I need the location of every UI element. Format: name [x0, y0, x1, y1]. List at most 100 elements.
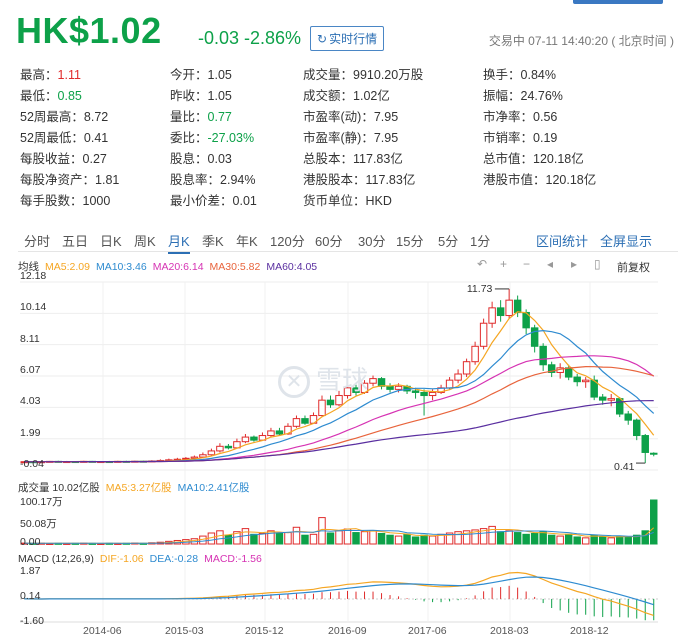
stat-cell: 总股本：117.83亿	[303, 148, 403, 167]
candle-body	[539, 345, 547, 366]
stats-row: 每股收益：0.27 股息：0.03 总股本：117.83亿 总市值：120.18亿	[20, 146, 680, 167]
candle-body	[641, 435, 649, 453]
candle-body	[454, 373, 462, 381]
macd-axis-tick: 1.87	[20, 565, 41, 577]
time-axis-tick: 2015-12	[245, 625, 284, 637]
tab-4[interactable]: 周K	[134, 231, 156, 250]
stat-label: 每股净资产：	[20, 173, 96, 187]
legend-item: MACD:-1.56	[204, 553, 262, 565]
price-axis-tick: 8.11	[20, 332, 40, 345]
volume-bar	[377, 532, 386, 545]
time-axis-tick: 2017-06	[408, 625, 447, 637]
stats-grid: 最高：1.11 今开：1.05 成交量：9910.20万股 换手：0.84% 最低：0.…	[20, 62, 680, 209]
stat-value: 0.77	[207, 110, 232, 124]
candle-body	[292, 418, 301, 427]
stat-label: 最高：	[20, 68, 58, 82]
legend-item: MA5:3.27亿股	[105, 482, 172, 494]
stat-label: 换手：	[483, 68, 521, 82]
stat-cell: 昨收：1.05	[170, 85, 232, 104]
tab-6[interactable]: 季K	[202, 231, 224, 250]
price-axis-tick: -0.04	[20, 458, 44, 470]
stat-label: 港股市值：	[483, 173, 546, 187]
stat-label: 52周最高：	[20, 110, 84, 124]
price-axis-tick: 1.99	[20, 426, 41, 439]
tab-3[interactable]: 日K	[100, 231, 122, 250]
candle-body	[207, 450, 216, 456]
volume-bar	[369, 530, 377, 545]
tab-9[interactable]: 60分	[315, 231, 342, 250]
candle-body	[275, 430, 284, 435]
stat-value: 24.76%	[520, 89, 563, 103]
realtime-quote-button[interactable]: ↻ 实时行情	[310, 26, 385, 51]
tab-8[interactable]: 120分	[270, 231, 305, 250]
tab-10[interactable]: 30分	[358, 231, 385, 250]
price-axis-tick: 6.07	[20, 364, 41, 376]
stat-value: 1.05	[207, 68, 232, 82]
stat-cell: 成交量：9910.20万股	[303, 64, 423, 83]
volume-bar	[343, 528, 352, 545]
candle-body	[564, 367, 573, 378]
watermark-text: 雪球	[316, 365, 369, 395]
candle-body	[224, 445, 233, 449]
stat-value: 7.95	[373, 131, 399, 145]
volume-legend: 成交量 10.02亿股 MA5:3.27亿股 MA10:2.41亿股	[18, 480, 255, 495]
stat-value: HKD	[365, 194, 392, 208]
stat-cell: 港股股本：117.83亿	[303, 169, 415, 188]
time-axis-tick: 2015-03	[165, 625, 204, 637]
candle-body	[318, 399, 326, 417]
volume-bar	[598, 536, 607, 545]
interval-stats-link[interactable]: 区间统计	[536, 231, 588, 250]
volume-bar	[539, 531, 547, 545]
stat-label: 股息：	[170, 152, 208, 166]
tab-13[interactable]: 1分	[470, 231, 490, 250]
volume-bar	[403, 533, 411, 545]
stat-label: 振幅：	[483, 89, 521, 103]
tab-7[interactable]: 年K	[236, 231, 258, 250]
current-price: HK$1.02	[16, 10, 162, 51]
quote-header: HK$1.02 -0.03 -2.86% ↻ 实时行情 交易中 07-11 14:…	[12, 8, 682, 56]
candle-body	[394, 385, 403, 390]
volume-bar	[386, 534, 394, 545]
volume-bar	[250, 533, 258, 545]
stats-row: 每手股数：1000 最小价差：0.01 货币单位：HKD	[20, 188, 680, 209]
tab-12[interactable]: 5分	[438, 231, 458, 250]
stat-cell: 市净率：0.56	[483, 106, 557, 125]
stats-row: 52周最低：0.41 委比：-27.03% 市盈率(静)：7.95 市销率：0.19	[20, 125, 680, 146]
stat-label: 货币单位：	[303, 194, 366, 208]
volume-bar	[573, 536, 581, 545]
stats-row: 每股净资产：1.81 股息率：2.94% 港股股本：117.83亿 港股市值：120.…	[20, 167, 680, 188]
stats-row: 52周最高：8.72 量比：0.77 市盈率(动)：7.95 市净率：0.56	[20, 104, 680, 125]
stat-value: 120.18亿	[545, 173, 597, 187]
candle-body	[241, 436, 250, 443]
volume-bar	[284, 532, 292, 545]
candle-body	[420, 391, 428, 397]
volume-bar	[335, 530, 343, 545]
stat-cell: 每股收益：0.27	[20, 148, 107, 167]
candle-body	[250, 436, 258, 441]
volume-bar	[556, 535, 564, 545]
volume-axis-tick: 100.17万	[20, 496, 63, 508]
stat-cell: 总市值：120.18亿	[483, 148, 584, 167]
tab-1[interactable]: 分时	[24, 231, 50, 250]
stat-cell: 今开：1.05	[170, 64, 232, 83]
fullscreen-link[interactable]: 全屏显示	[600, 231, 652, 250]
stat-value: 1.11	[57, 68, 81, 82]
tab-2[interactable]: 五日	[62, 231, 88, 250]
price-change: -0.03 -2.86%	[198, 28, 302, 48]
volume-bar	[420, 534, 428, 545]
stat-value: 117.83亿	[353, 152, 403, 166]
tab-5[interactable]: 月K	[168, 231, 190, 254]
tab-11[interactable]: 15分	[396, 231, 423, 250]
volume-bar	[564, 533, 573, 545]
stat-value: 2.94%	[220, 173, 256, 187]
candle-body	[581, 379, 590, 383]
candle-body	[428, 391, 437, 397]
price-axis-tick: 10.14	[20, 301, 47, 314]
stat-cell: 最高：1.11	[20, 64, 81, 83]
stat-label: 最小价差：	[170, 194, 233, 208]
volume-bar	[411, 536, 420, 545]
stat-value: 1.81	[95, 173, 120, 187]
stat-value: 1.05	[207, 89, 232, 103]
stat-cell: 货币单位：HKD	[303, 190, 392, 209]
stock-chart[interactable]	[0, 254, 691, 643]
